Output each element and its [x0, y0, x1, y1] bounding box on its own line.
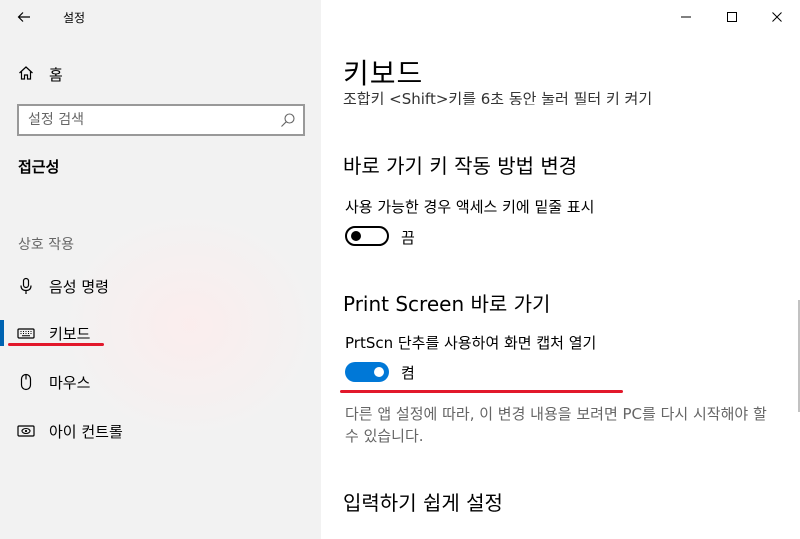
- scrolled-text-clip: 조합키 <Shift>키를 6초 동안 눌러 필터 키 켜기: [343, 85, 783, 105]
- annotation-underline-prtscn: [340, 390, 623, 393]
- keyboard-icon: [17, 328, 35, 339]
- search-input[interactable]: [19, 106, 269, 134]
- maximize-button[interactable]: [709, 0, 755, 34]
- printscreen-section-heading: Print Screen 바로 가기: [343, 292, 551, 316]
- app-title: 설정: [63, 11, 86, 25]
- sidebar-item-home[interactable]: 홈: [0, 60, 321, 88]
- active-indicator: [0, 320, 4, 346]
- underline-access-keys-label: 사용 가능한 경우 액세스 키에 밑줄 표시: [345, 198, 595, 216]
- sidebar-item-label: 키보드: [49, 325, 91, 343]
- eye-control-icon: [17, 425, 35, 437]
- title-bar: 설정: [0, 0, 321, 34]
- back-button[interactable]: [10, 5, 38, 29]
- restart-note: 다른 앱 설정에 따라, 이 변경 내용을 보려면 PC를 다시 시작해야 할 …: [345, 405, 767, 445]
- toggle-state-label: 켬: [401, 364, 415, 382]
- prtscn-snipping-toggle[interactable]: [345, 362, 389, 382]
- sidebar-item-speech[interactable]: 음성 명령: [0, 268, 321, 304]
- microphone-icon: [20, 277, 32, 294]
- sidebar-item-label: 아이 컨트롤: [49, 423, 123, 441]
- minimize-button[interactable]: [663, 0, 709, 34]
- search-box[interactable]: [17, 104, 305, 136]
- sidebar-item-label: 마우스: [49, 374, 91, 392]
- sidebar-item-label: 음성 명령: [49, 278, 109, 296]
- close-icon: [772, 12, 782, 22]
- back-arrow-icon: [17, 12, 30, 22]
- sidebar-item-mouse[interactable]: 마우스: [0, 364, 321, 400]
- toggle-state-label: 끔: [401, 229, 415, 247]
- minimize-icon: [681, 16, 691, 18]
- maximize-icon: [727, 12, 737, 22]
- shortcut-section-heading: 바로 가기 키 작동 방법 변경: [343, 154, 578, 178]
- prtscn-snipping-label: PrtScn 단추를 사용하여 화면 캡처 열기: [345, 334, 597, 352]
- sidebar-item-eye-control[interactable]: 아이 컨트롤: [0, 413, 321, 449]
- underline-access-keys-toggle[interactable]: [345, 226, 389, 246]
- section-label: 상호 작용: [18, 237, 74, 253]
- home-icon: [19, 66, 33, 80]
- scrolled-setting-text: 조합키 <Shift>키를 6초 동안 눌러 필터 키 켜기: [343, 90, 653, 105]
- mouse-icon: [20, 373, 32, 391]
- content-pane: 키보드 조합키 <Shift>키를 6초 동안 눌러 필터 키 켜기 바로 가기…: [321, 0, 800, 539]
- annotation-underline-keyboard: [8, 343, 104, 346]
- search-icon[interactable]: [280, 112, 296, 128]
- sidebar: 설정 홈 접근성 상호 작용 음성 명령 키보드: [0, 0, 321, 539]
- category-title: 접근성: [18, 158, 60, 176]
- close-button[interactable]: [754, 0, 800, 34]
- toggle-knob: [351, 231, 361, 241]
- toggle-knob: [374, 367, 384, 377]
- sidebar-item-label: 홈: [49, 66, 63, 84]
- easy-input-heading: 입력하기 쉽게 설정: [343, 491, 503, 515]
